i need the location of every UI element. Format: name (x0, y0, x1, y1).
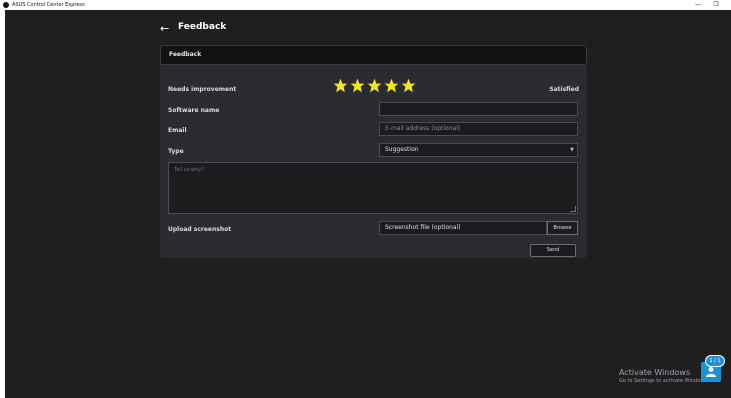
rating-high-label: Satisfied (549, 86, 579, 93)
screenshot-file-input[interactable]: Screenshot file (optional) (379, 221, 547, 235)
star-icon[interactable] (333, 78, 348, 93)
resize-handle-icon[interactable] (570, 206, 576, 212)
type-label: Type (168, 148, 184, 155)
notification-badge: 1 / 1 (705, 355, 725, 367)
window-titlebar: ASUS Control Center Express — ❐ (0, 0, 731, 10)
activation-watermark: Activate Windows Go to Settings to activ… (619, 368, 709, 384)
software-name-input[interactable] (379, 102, 578, 116)
star-icon[interactable] (367, 78, 382, 93)
email-label: Email (168, 127, 187, 134)
software-name-label: Software name (168, 107, 220, 114)
email-input[interactable]: E-mail address (optional) (379, 122, 578, 136)
upload-label: Upload screenshot (168, 226, 232, 233)
page-title: Feedback (178, 22, 227, 32)
comment-placeholder: Tell us why? (174, 167, 204, 173)
star-icon[interactable] (384, 78, 399, 93)
app-icon (3, 2, 9, 8)
maximize-icon[interactable]: ❐ (711, 0, 721, 10)
star-rating[interactable] (333, 78, 418, 94)
star-icon[interactable] (350, 78, 365, 93)
send-button[interactable]: Send (530, 244, 576, 257)
comment-textarea[interactable]: Tell us why? (168, 162, 578, 214)
chevron-down-icon: ▼ (570, 147, 574, 153)
browse-button[interactable]: Browse (547, 221, 578, 235)
app-surface: ← Feedback Feedback Needs improvement Sa… (5, 10, 731, 398)
watermark-subtitle: Go to Settings to activate Windows. (619, 378, 709, 384)
watermark-title: Activate Windows (619, 368, 691, 377)
window-title: ASUS Control Center Express (12, 2, 85, 8)
type-selected-value: Suggestion (385, 146, 419, 153)
star-icon[interactable] (401, 78, 416, 93)
type-select[interactable]: Suggestion ▼ (379, 143, 578, 157)
feedback-panel: Feedback Needs improvement Satisfied Sof… (160, 45, 587, 258)
panel-header: Feedback (160, 45, 587, 65)
arrow-left-icon[interactable]: ← (160, 22, 169, 35)
rating-low-label: Needs improvement (168, 86, 237, 93)
minimize-icon[interactable]: — (693, 0, 703, 10)
panel-heading: Feedback (169, 51, 202, 58)
